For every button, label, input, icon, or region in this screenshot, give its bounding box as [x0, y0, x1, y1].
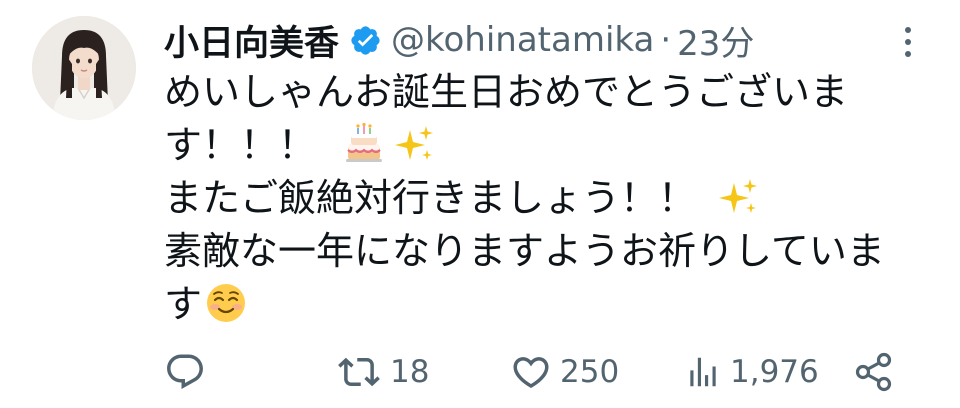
- share-icon: [854, 352, 894, 392]
- retweet-icon: [336, 351, 382, 393]
- sparkles-icon: [392, 122, 436, 166]
- smiling-face-icon: [204, 281, 248, 325]
- user-handle[interactable]: @kohinatamika: [391, 20, 654, 60]
- verified-badge-icon: [349, 24, 382, 57]
- share-button[interactable]: [854, 348, 894, 396]
- views-chart-icon: [684, 351, 722, 393]
- tweet: 小日向美香 @kohinatamika · 23分 めいしゃんお誕生日おめでとう…: [0, 0, 960, 408]
- like-button[interactable]: 250: [510, 348, 619, 396]
- display-name[interactable]: 小日向美香: [164, 15, 339, 66]
- tweet-line: す！！！: [164, 119, 894, 172]
- heart-icon: [510, 351, 552, 393]
- like-count: 250: [560, 354, 620, 390]
- sparkles-icon: [716, 175, 760, 219]
- tweet-line: 素敵な一年になりますようお祈りしていま: [164, 229, 885, 273]
- retweet-button[interactable]: 18: [336, 348, 429, 396]
- tweet-header: 小日向美香 @kohinatamika · 23分: [164, 14, 754, 66]
- timestamp[interactable]: 23分: [677, 16, 754, 65]
- views-count: 1,976: [730, 354, 819, 390]
- tweet-text: めいしゃんお誕生日おめでとうございま す！！！ またご飯絶対行きましょう！！ 素…: [164, 66, 894, 331]
- reply-icon: [164, 351, 206, 393]
- tweet-line: またご飯絶対行きましょう！！: [164, 172, 894, 225]
- more-options-icon[interactable]: [900, 22, 916, 62]
- avatar[interactable]: [32, 16, 136, 120]
- views-button[interactable]: 1,976: [684, 348, 819, 396]
- action-bar: 18 250 1,976: [164, 348, 904, 396]
- separator-dot: ·: [660, 20, 672, 60]
- reply-button[interactable]: [164, 348, 206, 396]
- avatar-image: [32, 16, 136, 120]
- retweet-count: 18: [390, 354, 430, 390]
- tweet-line: めいしゃんお誕生日おめでとうございま: [164, 70, 849, 114]
- tweet-line: す: [164, 278, 894, 331]
- birthday-cake-icon: [342, 122, 386, 166]
